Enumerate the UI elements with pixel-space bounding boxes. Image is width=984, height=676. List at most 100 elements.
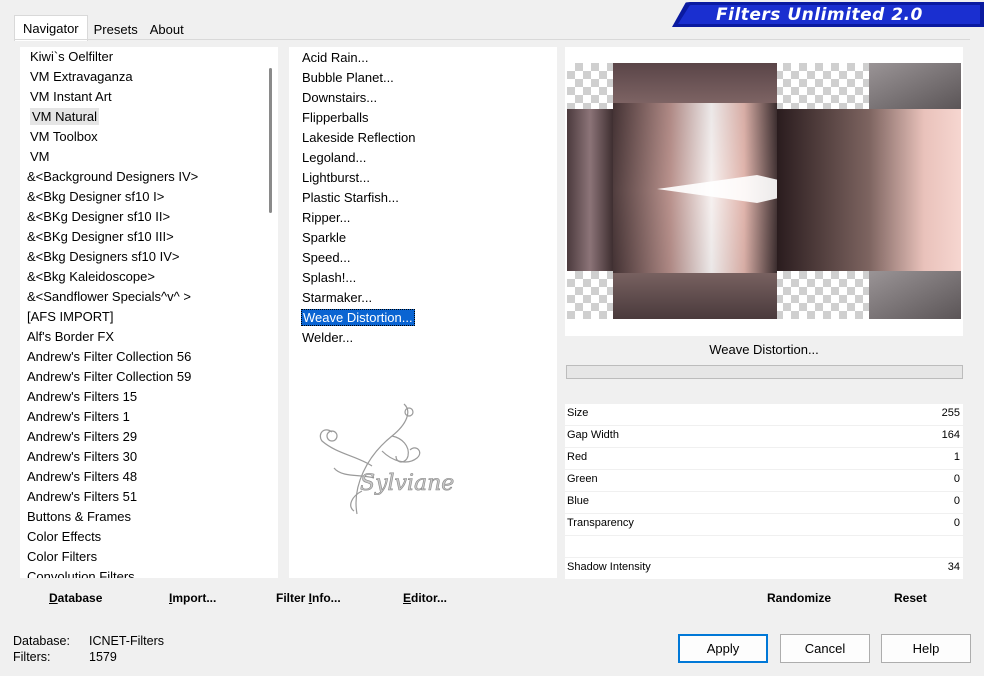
category-label: Andrew's Filters 15	[27, 389, 138, 404]
category-item[interactable]: VM Extravaganza	[26, 67, 278, 87]
category-label: Andrew's Filters 51	[27, 489, 138, 504]
category-item[interactable]: Andrew's Filter Collection 59	[26, 367, 278, 387]
randomize-button[interactable]: Randomize	[767, 591, 831, 605]
category-label: Buttons & Frames	[27, 509, 132, 524]
help-button[interactable]: Help	[881, 634, 971, 663]
category-item[interactable]: Andrew's Filters 15	[26, 387, 278, 407]
reset-button[interactable]: Reset	[894, 591, 927, 605]
tab-navigator[interactable]: Navigator	[14, 15, 88, 41]
param-slider[interactable]: Shadow Intensity 34	[565, 558, 963, 580]
tab-presets[interactable]: Presets	[88, 18, 144, 40]
category-label: VM Extravaganza	[30, 69, 133, 84]
category-item[interactable]: Andrew's Filters 29	[26, 427, 278, 447]
import-button[interactable]: Import...	[169, 591, 216, 605]
filter-label: Plastic Starfish...	[302, 190, 399, 205]
category-label: Andrew's Filter Collection 56	[27, 349, 192, 364]
filter-item[interactable]: Acid Rain...	[301, 48, 557, 68]
param-slider[interactable]: Gap Width 164	[565, 426, 963, 448]
category-item[interactable]: Andrew's Filters 30	[26, 447, 278, 467]
category-item[interactable]: &<BKg Designer sf10 III>	[26, 227, 278, 247]
category-label: Andrew's Filters 30	[27, 449, 138, 464]
param-label: Transparency	[567, 517, 634, 529]
filter-item[interactable]: Starmaker...	[301, 288, 557, 308]
category-label: [AFS IMPORT]	[27, 309, 114, 324]
filter-item[interactable]: Welder...	[301, 328, 557, 348]
category-item[interactable]: &<Bkg Designers sf10 IV>	[26, 247, 278, 267]
filter-item[interactable]: Lakeside Reflection	[301, 128, 557, 148]
category-list-panel[interactable]: Kiwi`s Oelfilter VM Extravaganza VM Instan…	[20, 47, 278, 578]
database-button[interactable]: Database	[49, 591, 102, 605]
filter-item[interactable]: Bubble Planet...	[301, 68, 557, 88]
tab-about[interactable]: About	[144, 18, 190, 40]
param-slider[interactable]: Green 0	[565, 470, 963, 492]
scroll-thumb[interactable]	[269, 68, 272, 213]
category-item[interactable]: Andrew's Filters 51	[26, 487, 278, 507]
title-banner: Filters Unlimited 2.0	[672, 2, 984, 27]
category-item[interactable]: VM Instant Art	[26, 87, 278, 107]
param-value: 0	[953, 473, 960, 485]
category-item[interactable]: &<Sandflower Specials^v^ >	[26, 287, 278, 307]
filter-label: Lightburst...	[302, 170, 370, 185]
category-item[interactable]: Andrew's Filter Collection 56	[26, 347, 278, 367]
category-item[interactable]: Andrew's Filters 48	[26, 467, 278, 487]
category-item[interactable]: &<Bkg Kaleidoscope>	[26, 267, 278, 287]
filter-item[interactable]: Downstairs...	[301, 88, 557, 108]
category-label: &<BKg Designer sf10 III>	[27, 229, 174, 244]
parameter-list[interactable]: Size 255 Gap Width 164 Red 1 Green 0 Blue 0 Transp…	[565, 404, 963, 580]
database-label: Database:	[13, 634, 70, 648]
category-item[interactable]: Color Filters	[26, 547, 278, 567]
category-scrollbar[interactable]	[262, 48, 278, 578]
filter-item[interactable]: Lightburst...	[301, 168, 557, 188]
category-item[interactable]: &<BKg Designer sf10 II>	[26, 207, 278, 227]
filter-item[interactable]: Sparkle	[301, 228, 557, 248]
category-list[interactable]: Kiwi`s Oelfilter VM Extravaganza VM Instan…	[20, 47, 278, 578]
cancel-button[interactable]: Cancel	[780, 634, 870, 663]
category-label: &<BKg Designer sf10 II>	[27, 209, 171, 224]
preview-image	[567, 63, 961, 319]
category-item[interactable]: Color Effects	[26, 527, 278, 547]
filter-item[interactable]: Flipperballs	[301, 108, 557, 128]
param-value: 164	[941, 429, 960, 441]
category-item[interactable]: VM Natural	[26, 107, 278, 127]
filters-count-label: Filters:	[13, 650, 51, 664]
filter-info-button[interactable]: Filter Info...	[276, 591, 341, 605]
database-value: ICNET-Filters	[89, 634, 164, 648]
category-item[interactable]: Alf's Border FX	[26, 327, 278, 347]
category-item[interactable]: Kiwi`s Oelfilter	[26, 47, 278, 67]
category-item[interactable]: Andrew's Filters 1	[26, 407, 278, 427]
filter-item[interactable]: Weave Distortion...	[301, 308, 557, 328]
category-label: &<Background Designers IV>	[27, 169, 199, 184]
filter-label: Acid Rain...	[302, 50, 369, 65]
category-item[interactable]: VM Toolbox	[26, 127, 278, 147]
filter-label: Splash!...	[302, 270, 357, 285]
sylviane-watermark: Sylviane	[312, 396, 462, 524]
filter-item[interactable]: Legoland...	[301, 148, 557, 168]
param-label: Blue	[567, 495, 590, 507]
param-label: Gap Width	[567, 429, 619, 441]
category-item[interactable]: &<Bkg Designer sf10 I>	[26, 187, 278, 207]
category-label: Andrew's Filters 1	[27, 409, 130, 424]
param-slider[interactable]: Blue 0	[565, 492, 963, 514]
category-item[interactable]: Buttons & Frames	[26, 507, 278, 527]
category-label: VM Natural	[30, 108, 100, 125]
param-slider[interactable]: Transparency 0	[565, 514, 963, 536]
param-label: Red	[567, 451, 588, 463]
param-slider[interactable]: Size 255	[565, 404, 963, 426]
apply-button[interactable]: Apply	[678, 634, 768, 663]
category-item[interactable]: VM	[26, 147, 278, 167]
filter-item[interactable]: Speed...	[301, 248, 557, 268]
filter-list[interactable]: Acid Rain... Bubble Planet... Downstairs..…	[289, 48, 557, 348]
filter-item[interactable]: Splash!...	[301, 268, 557, 288]
filter-item[interactable]: Plastic Starfish...	[301, 188, 557, 208]
category-item[interactable]: Convolution Filters	[26, 567, 278, 578]
preview-panel	[565, 47, 963, 336]
category-label: Andrew's Filters 29	[27, 429, 138, 444]
param-slider[interactable]: Red 1	[565, 448, 963, 470]
editor-button[interactable]: Editor...	[403, 591, 447, 605]
category-item[interactable]: [AFS IMPORT]	[26, 307, 278, 327]
category-label: Kiwi`s Oelfilter	[30, 49, 114, 64]
filter-item[interactable]: Ripper...	[301, 208, 557, 228]
param-spacer	[565, 536, 963, 558]
category-item[interactable]: &<Background Designers IV>	[26, 167, 278, 187]
category-label: Alf's Border FX	[27, 329, 115, 344]
